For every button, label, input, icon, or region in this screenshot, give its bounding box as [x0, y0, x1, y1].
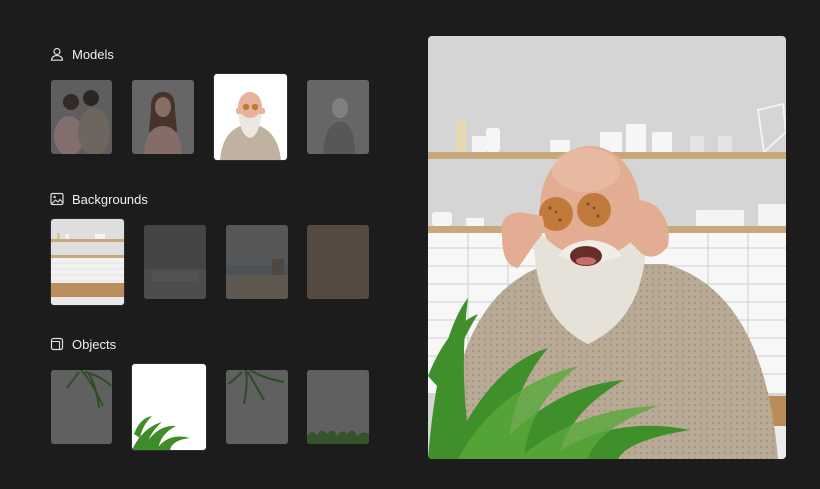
background-thumb-dark-interior[interactable]: [144, 225, 206, 299]
background-thumb-kitchen-selected[interactable]: [51, 219, 124, 305]
object-thumb-palm-top[interactable]: [226, 370, 288, 444]
image-icon: [50, 192, 64, 206]
cube-icon: [50, 337, 64, 351]
models-title: Models: [72, 46, 114, 62]
model-thumb-man-profile[interactable]: [307, 80, 369, 154]
model-thumb-woman[interactable]: [132, 80, 194, 154]
background-thumb-brown-wall[interactable]: [307, 225, 369, 299]
model-thumb-couple[interactable]: [51, 80, 112, 154]
object-thumb-grass[interactable]: [307, 370, 369, 444]
models-section-header: Models: [50, 45, 114, 63]
objects-title: Objects: [72, 336, 117, 352]
model-thumb-old-man-selected[interactable]: [214, 74, 287, 160]
background-thumb-beach[interactable]: [226, 225, 288, 299]
object-thumb-fern-selected[interactable]: [132, 364, 206, 450]
objects-section-header: Objects: [50, 335, 116, 353]
backgrounds-section-header: Backgrounds: [50, 190, 148, 208]
object-thumb-palm-leaves[interactable]: [51, 370, 112, 444]
backgrounds-title: Backgrounds: [72, 191, 148, 207]
composition-preview[interactable]: [428, 36, 786, 459]
user-icon: [50, 47, 64, 61]
